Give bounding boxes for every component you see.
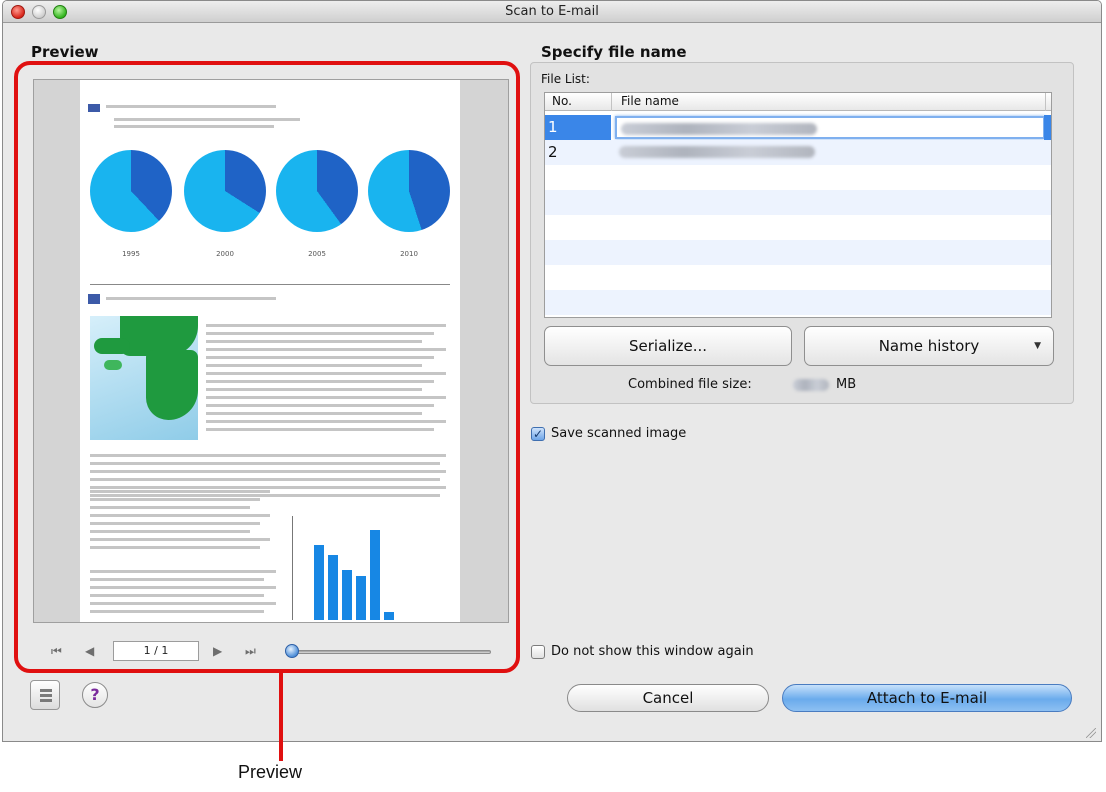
help-button[interactable]: ?: [82, 682, 108, 708]
file-list-label: File List:: [541, 72, 590, 86]
name-history-label: Name history: [878, 337, 980, 355]
file-name-edit-field[interactable]: [615, 116, 1045, 139]
preview-section-title: Preview: [31, 43, 99, 61]
preview-highlight-frame: [14, 61, 520, 673]
do-not-show-label: Do not show this window again: [551, 644, 754, 659]
combined-size-value: [793, 379, 829, 391]
sidebar-toggle-button[interactable]: [30, 680, 60, 710]
resize-grip[interactable]: [1086, 728, 1096, 738]
window-title: Scan to E-mail: [505, 4, 599, 19]
zoom-slider-track[interactable]: [291, 650, 491, 654]
table-row[interactable]: 1: [545, 115, 1051, 140]
file-list-table[interactable]: No. File name 1 2: [544, 92, 1052, 318]
page-number-field[interactable]: 1 / 1: [113, 641, 199, 661]
row-number: 1: [545, 115, 611, 140]
attach-to-email-button[interactable]: Attach to E-mail: [782, 684, 1072, 712]
serialize-button[interactable]: Serialize...: [544, 326, 792, 366]
file-list-header: No. File name: [545, 93, 1051, 111]
cancel-button[interactable]: Cancel: [567, 684, 769, 712]
previous-page-icon[interactable]: ◀: [85, 644, 94, 658]
combined-size-unit: MB: [836, 377, 857, 392]
preview-navigation: ⏮ ◀ 1 / 1 ▶ ⏭: [33, 640, 509, 664]
combined-size-label: Combined file size:: [628, 377, 752, 392]
title-bar[interactable]: Scan to E-mail: [3, 1, 1101, 23]
zoom-slider-knob[interactable]: [285, 644, 299, 658]
callout-line: [279, 673, 283, 761]
next-page-icon[interactable]: ▶: [213, 644, 222, 658]
callout-label: Preview: [238, 762, 303, 782]
chevron-down-icon: ▼: [1034, 341, 1041, 351]
column-header-no[interactable]: No.: [552, 94, 572, 108]
save-scanned-image-label: Save scanned image: [551, 426, 687, 441]
first-page-icon[interactable]: ⏮: [51, 644, 62, 659]
file-name-section-title: Specify file name: [541, 43, 687, 61]
save-scanned-image-checkbox[interactable]: ✓: [531, 427, 545, 441]
name-history-button[interactable]: Name history ▼: [804, 326, 1054, 366]
last-page-icon[interactable]: ⏭: [245, 644, 256, 659]
column-header-file-name[interactable]: File name: [621, 94, 679, 108]
table-row[interactable]: 2: [545, 140, 1051, 165]
do-not-show-checkbox[interactable]: [531, 645, 545, 659]
row-number: 2: [548, 143, 558, 161]
